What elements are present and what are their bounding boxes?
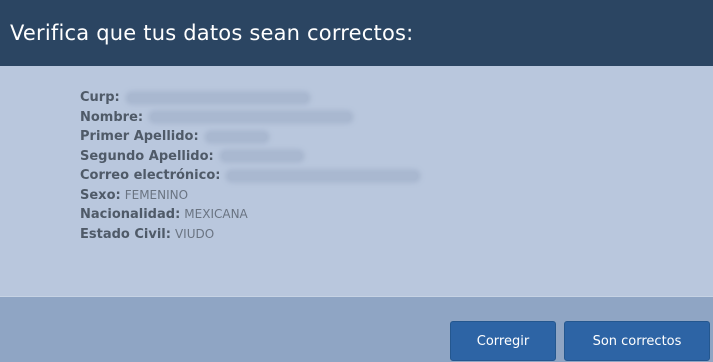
field-nacionalidad: Nacionalidad: MEXICANA xyxy=(80,205,418,225)
field-curp: Curp: xyxy=(80,88,418,108)
redacted-value xyxy=(228,171,419,180)
field-segundo-apellido: Segundo Apellido: xyxy=(80,147,418,167)
verification-dialog: Verifica que tus datos sean correctos: C… xyxy=(0,0,713,362)
dialog-header: Verifica que tus datos sean correctos: xyxy=(0,0,713,66)
field-label: Sexo: xyxy=(80,187,121,203)
redacted-value xyxy=(127,93,308,102)
field-label: Primer Apellido: xyxy=(80,129,199,144)
field-primer-apellido: Primer Apellido: xyxy=(80,127,418,147)
field-value: MEXICANA xyxy=(184,207,248,221)
field-label: Curp: xyxy=(80,90,120,105)
field-label: Estado Civil: xyxy=(80,226,171,242)
field-correo: Correo electrónico: xyxy=(80,166,419,186)
dialog-footer: Corregir Son correctos xyxy=(0,296,713,362)
son-correctos-button[interactable]: Son correctos xyxy=(564,321,710,361)
field-label: Nacionalidad: xyxy=(80,207,181,222)
field-estado-civil: Estado Civil: VIUDO xyxy=(80,225,418,245)
field-label: Nombre: xyxy=(80,109,144,125)
field-label: Segundo Apellido: xyxy=(80,148,214,164)
field-sexo: Sexo: FEMENINO xyxy=(80,186,418,206)
redacted-value xyxy=(221,152,302,161)
data-fields-list: Curp: Nombre: Primer Apellido: Segundo A… xyxy=(80,88,419,245)
field-value: VIUDO xyxy=(174,226,215,241)
dialog-title: Verifica que tus datos sean correctos: xyxy=(10,21,414,45)
redacted-value xyxy=(151,113,352,122)
dialog-body: Curp: Nombre: Primer Apellido: Segundo A… xyxy=(0,66,713,296)
field-value: FEMENINO xyxy=(124,187,189,202)
redacted-value xyxy=(206,132,267,141)
field-label: Correo electrónico: xyxy=(80,168,221,183)
field-nombre: Nombre: xyxy=(80,108,418,128)
corregir-button[interactable]: Corregir xyxy=(450,321,556,361)
